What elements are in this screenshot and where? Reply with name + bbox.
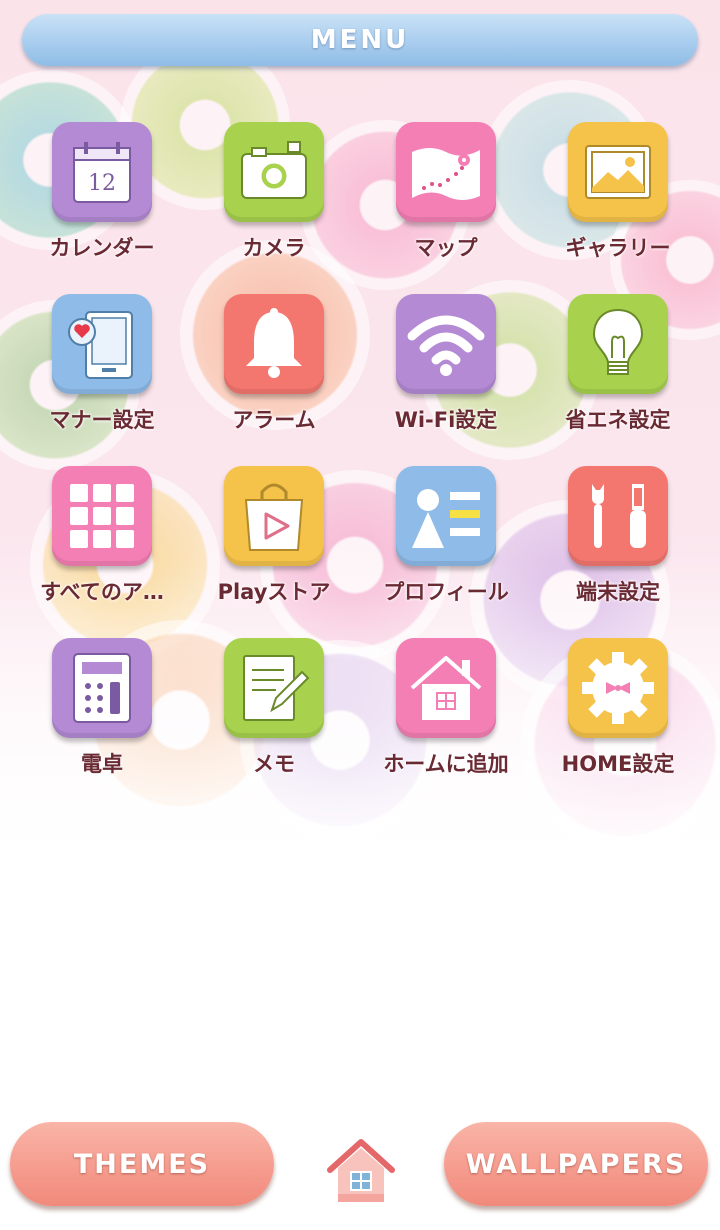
calendar-icon: 12 <box>52 122 152 222</box>
app-label: すべてのア… <box>40 580 164 604</box>
app-label: 端末設定 <box>576 580 660 604</box>
app-home-settings[interactable]: HOME設定 <box>532 634 704 806</box>
app-device-settings[interactable]: 端末設定 <box>532 462 704 634</box>
app-gallery[interactable]: ギャラリー <box>532 118 704 290</box>
app-label: カレンダー <box>49 236 155 260</box>
app-label: メモ <box>253 752 295 776</box>
app-label: 電卓 <box>81 752 123 776</box>
wifi-icon <box>396 294 496 394</box>
gallery-icon <box>568 122 668 222</box>
app-map[interactable]: マップ <box>360 118 532 290</box>
app-add-to-home[interactable]: ホームに追加 <box>360 634 532 806</box>
app-label: アラーム <box>232 408 316 432</box>
app-grid: 12 カレンダー カメラ マップ ギャラリー マナー設定 アラーム Wi-Fi設… <box>16 118 704 806</box>
play-store-bag-icon <box>224 466 324 566</box>
manner-mode-icon <box>52 294 152 394</box>
wallpapers-button[interactable]: WALLPAPERS <box>444 1122 708 1206</box>
app-calculator[interactable]: 電卓 <box>16 634 188 806</box>
app-label: HOME設定 <box>561 752 675 776</box>
app-power-saving[interactable]: 省エネ設定 <box>532 290 704 462</box>
app-all-apps[interactable]: すべてのア… <box>16 462 188 634</box>
app-label: プロフィール <box>383 580 509 604</box>
app-label: ギャラリー <box>565 236 671 260</box>
app-label: 省エネ設定 <box>565 408 671 432</box>
home-icon[interactable] <box>324 1136 398 1206</box>
app-profile[interactable]: プロフィール <box>360 462 532 634</box>
app-label: Playストア <box>217 580 331 604</box>
bell-icon <box>224 294 324 394</box>
gear-ribbon-icon <box>568 638 668 738</box>
app-manner-settings[interactable]: マナー設定 <box>16 290 188 462</box>
tools-icon <box>568 466 668 566</box>
app-play-store[interactable]: Playストア <box>188 462 360 634</box>
app-label: カメラ <box>242 236 306 260</box>
app-wifi-settings[interactable]: Wi-Fi設定 <box>360 290 532 462</box>
app-label: マップ <box>414 236 478 260</box>
house-icon <box>396 638 496 738</box>
app-calendar[interactable]: 12 カレンダー <box>16 118 188 290</box>
memo-pencil-icon <box>224 638 324 738</box>
all-apps-grid-icon <box>52 466 152 566</box>
lightbulb-icon <box>568 294 668 394</box>
app-label: ホームに追加 <box>383 752 509 776</box>
app-memo[interactable]: メモ <box>188 634 360 806</box>
app-camera[interactable]: カメラ <box>188 118 360 290</box>
camera-icon <box>224 122 324 222</box>
calendar-day-number: 12 <box>88 171 116 196</box>
profile-icon <box>396 466 496 566</box>
themes-label: THEMES <box>73 1148 211 1180</box>
map-icon <box>396 122 496 222</box>
menu-header-bar: MENU <box>22 14 698 66</box>
calculator-icon <box>52 638 152 738</box>
app-label: Wi-Fi設定 <box>394 408 498 432</box>
app-label: マナー設定 <box>49 408 155 432</box>
menu-title: MENU <box>310 25 410 55</box>
themes-button[interactable]: THEMES <box>10 1122 274 1206</box>
wallpapers-label: WALLPAPERS <box>465 1148 687 1180</box>
app-alarm[interactable]: アラーム <box>188 290 360 462</box>
